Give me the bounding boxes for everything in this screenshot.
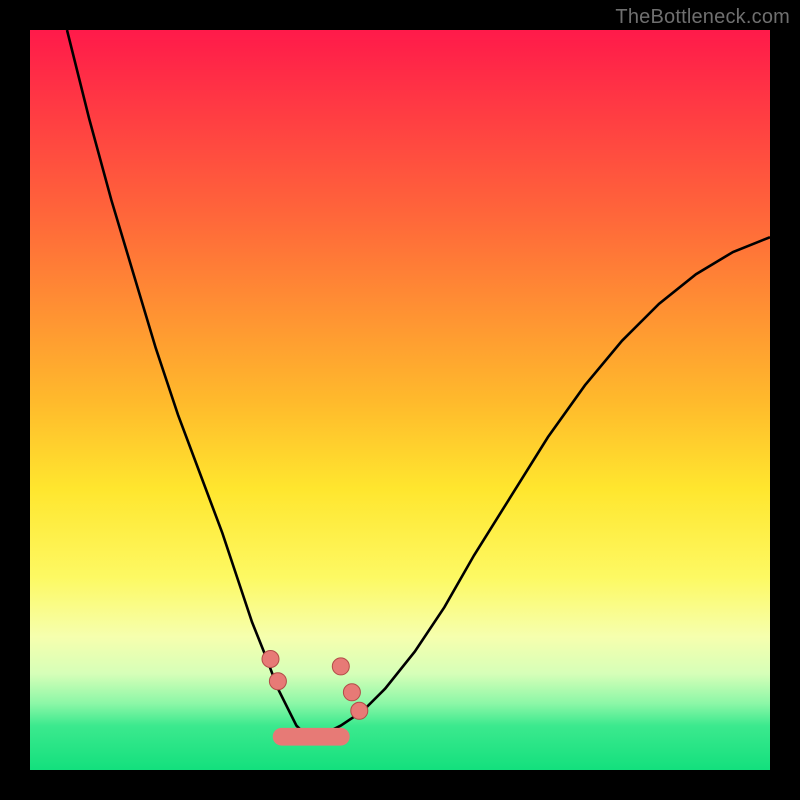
right-dot-1 [332,658,349,675]
series-left-curve [67,30,311,733]
plot-area [30,30,770,770]
left-dot-2 [269,673,286,690]
right-dot-2 [343,684,360,701]
chart-stage: TheBottleneck.com [0,0,800,800]
bottleneck-curve [30,30,770,770]
right-dot-3 [351,702,368,719]
series-right-curve [311,237,770,733]
left-dot-1 [262,650,279,667]
watermark-text: TheBottleneck.com [615,6,790,29]
